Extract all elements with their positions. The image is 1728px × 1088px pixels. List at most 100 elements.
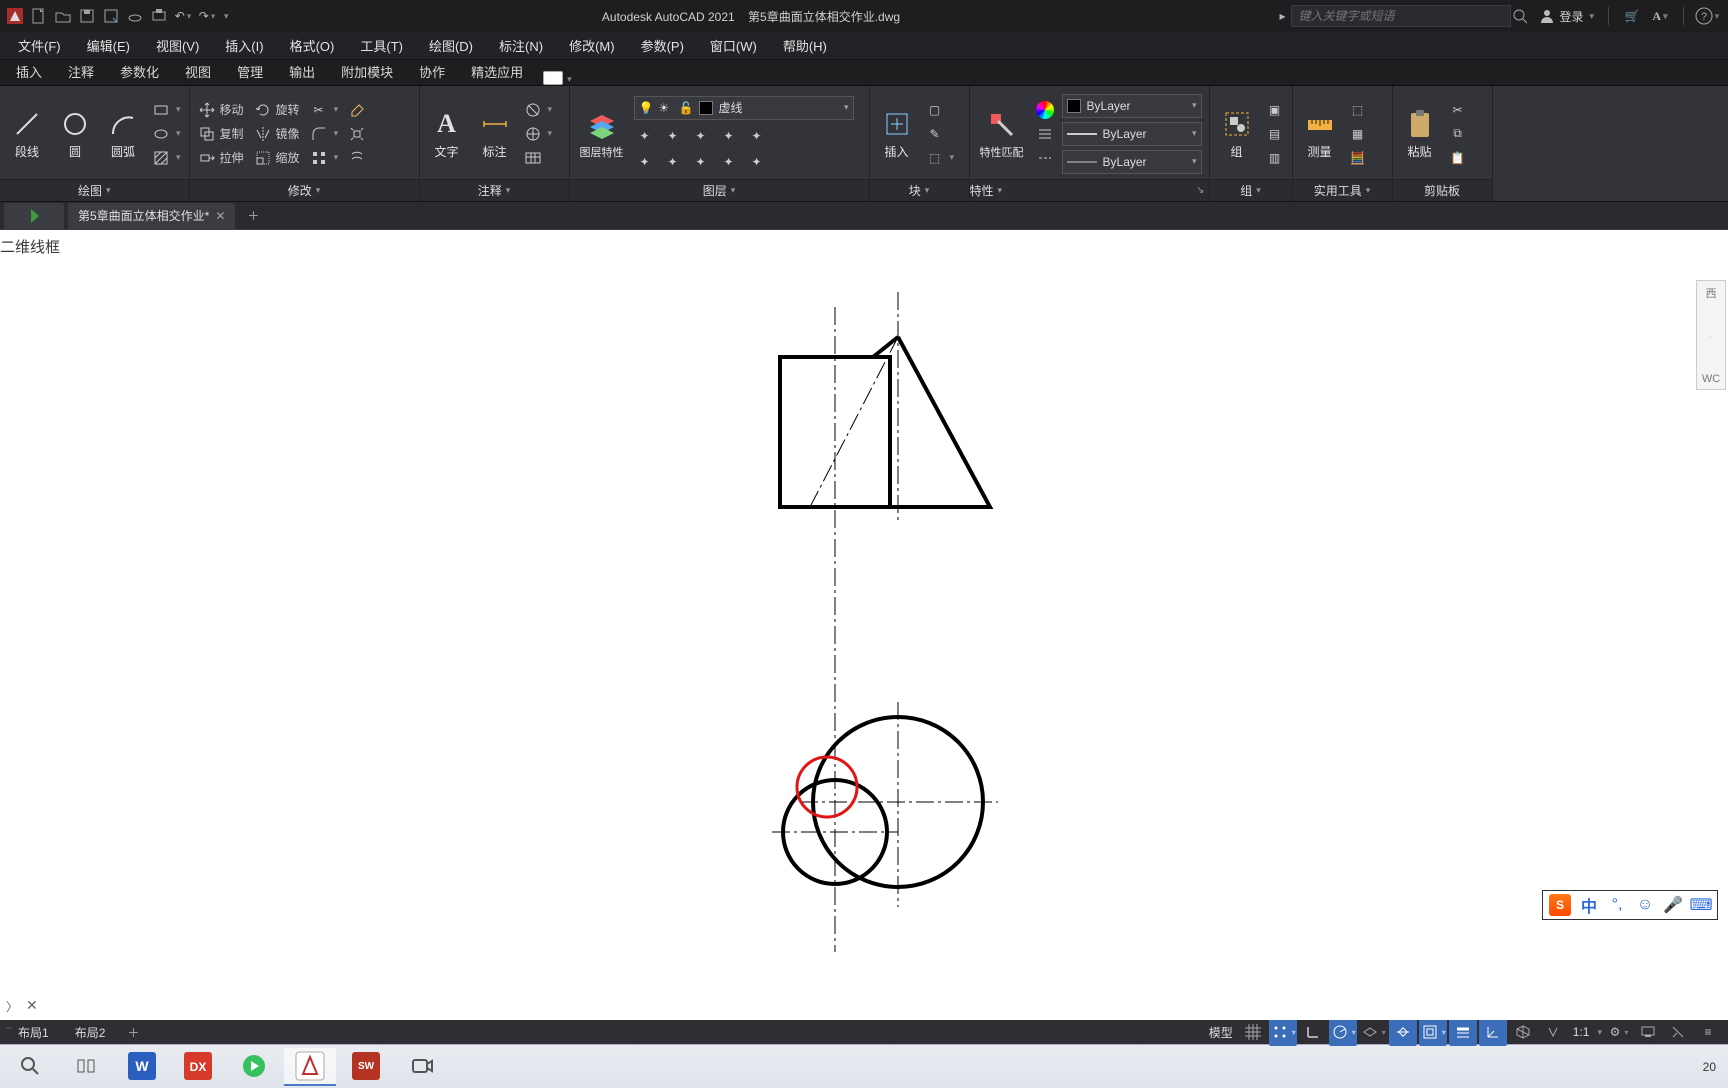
- app-menu-icon[interactable]: [6, 7, 24, 25]
- panel-modify-label[interactable]: 修改▾: [190, 179, 419, 201]
- panel-props-label[interactable]: 特性▾↘: [970, 179, 1209, 201]
- menu-window[interactable]: 窗口(W): [698, 36, 769, 55]
- cart-icon[interactable]: 🛒: [1623, 7, 1641, 25]
- menu-param[interactable]: 参数(P): [629, 36, 696, 55]
- qat-more-icon[interactable]: ▾: [224, 11, 229, 22]
- ime-punct-icon[interactable]: °,: [1607, 895, 1627, 915]
- menu-file[interactable]: 文件(F): [6, 36, 73, 55]
- layer-tool-8[interactable]: ✦: [690, 152, 712, 172]
- layout-tab-1[interactable]: 布局1: [6, 1022, 61, 1043]
- text-button[interactable]: A 文字: [426, 105, 468, 162]
- lwt-toggle[interactable]: [1449, 1018, 1477, 1046]
- help-icon[interactable]: ?▾: [1698, 7, 1716, 25]
- explode-button[interactable]: [346, 124, 368, 144]
- measure-button[interactable]: 测量: [1299, 105, 1341, 162]
- new-tab-button[interactable]: ＋: [241, 204, 265, 228]
- rotate-button[interactable]: 旋转: [252, 100, 302, 120]
- search-icon[interactable]: [1511, 7, 1529, 25]
- menu-edit[interactable]: 编辑(E): [75, 36, 142, 55]
- ime-keyboard-icon[interactable]: ⌨: [1691, 895, 1711, 915]
- panel-draw-label[interactable]: 绘图▾: [0, 179, 189, 201]
- layer-tool-10[interactable]: ✦: [746, 152, 768, 172]
- ribtab-flag-icon[interactable]: [543, 71, 563, 85]
- ribtab-manage[interactable]: 管理: [225, 58, 275, 85]
- layer-tool-1[interactable]: ✦: [634, 126, 656, 146]
- ribtab-insert[interactable]: 插入: [4, 58, 54, 85]
- infocenter-arrow-icon[interactable]: ▸: [1273, 7, 1291, 25]
- color-wheel-button[interactable]: [1034, 100, 1056, 120]
- status-scale[interactable]: 1:1: [1569, 1025, 1594, 1039]
- dynucs-toggle[interactable]: [1479, 1018, 1507, 1046]
- saveas-icon[interactable]: [102, 7, 120, 25]
- linetype-button[interactable]: [1034, 148, 1056, 168]
- menu-dim[interactable]: 标注(N): [487, 36, 555, 55]
- erase-button[interactable]: [346, 100, 368, 120]
- 3dosnap-toggle[interactable]: [1509, 1018, 1537, 1046]
- new-icon[interactable]: [30, 7, 48, 25]
- isodraft-toggle[interactable]: ▾: [1359, 1018, 1387, 1046]
- paste-button[interactable]: 粘贴: [1399, 105, 1441, 162]
- layer-tool-4[interactable]: ✦: [718, 126, 740, 146]
- ime-mic-icon[interactable]: 🎤: [1663, 895, 1683, 915]
- panel-annotate-label[interactable]: 注释▾: [420, 179, 569, 201]
- panel-layers-label[interactable]: 图层▾: [570, 179, 869, 201]
- layer-tool-2[interactable]: ✦: [662, 126, 684, 146]
- ribtab-view[interactable]: 视图: [173, 58, 223, 85]
- group-button[interactable]: 组: [1216, 105, 1258, 162]
- ribtab-collab[interactable]: 协作: [407, 58, 457, 85]
- menu-view[interactable]: 视图(V): [144, 36, 211, 55]
- cut-button[interactable]: ✂: [1447, 100, 1469, 120]
- file-tab-current[interactable]: 第5章曲面立体相交作业* ✕: [68, 203, 235, 229]
- start-tab[interactable]: [4, 203, 64, 229]
- snap-toggle[interactable]: ▾: [1269, 1018, 1297, 1046]
- ime-bar[interactable]: S 中 °, ☺ 🎤 ⌨: [1542, 890, 1718, 920]
- stretch-button[interactable]: 拉伸: [196, 148, 246, 168]
- panel-block-label[interactable]: 块▾: [870, 179, 969, 201]
- menu-format[interactable]: 格式(O): [278, 36, 347, 55]
- linetype-dropdown[interactable]: ByLayer▾: [1062, 150, 1202, 174]
- block-create-button[interactable]: ▢: [924, 100, 957, 120]
- dim-button[interactable]: 标注: [474, 105, 516, 162]
- ribtab-addins[interactable]: 附加模块: [329, 58, 405, 85]
- layout-tab-2[interactable]: 布局2: [63, 1022, 118, 1043]
- customize-toggle[interactable]: ≡: [1694, 1018, 1722, 1046]
- annotation-scale[interactable]: [1664, 1018, 1692, 1046]
- lineweight-dropdown[interactable]: ByLayer▾: [1062, 122, 1202, 146]
- ribtab-featured[interactable]: 精选应用: [459, 58, 535, 85]
- ime-lang[interactable]: 中: [1579, 895, 1599, 915]
- menu-modify[interactable]: 修改(M): [557, 36, 627, 55]
- block-attr-button[interactable]: ⬚▾: [924, 148, 957, 168]
- copy-button[interactable]: 复制: [196, 124, 246, 144]
- gear-toggle[interactable]: ⚙▾: [1604, 1018, 1632, 1046]
- select-button[interactable]: ⬚: [1347, 100, 1369, 120]
- group-sel-button[interactable]: ▥: [1264, 148, 1286, 168]
- nav-palette[interactable]: 西 · WC: [1696, 280, 1726, 390]
- cloud-icon[interactable]: [126, 7, 144, 25]
- leader-button[interactable]: ▾: [522, 100, 555, 120]
- trim-button[interactable]: ✂▾: [308, 100, 341, 120]
- mirror-button[interactable]: 镜像: [252, 124, 302, 144]
- osnap-toggle[interactable]: [1389, 1018, 1417, 1046]
- ribtab-output[interactable]: 输出: [277, 58, 327, 85]
- calc-button[interactable]: 🧮: [1347, 148, 1369, 168]
- command-line-stub[interactable]: 〉_ ✕: [6, 997, 38, 1014]
- annotate-tbl-button[interactable]: [522, 148, 555, 168]
- redo-icon[interactable]: ↷▾: [198, 7, 216, 25]
- color-dropdown[interactable]: ByLayer▾: [1062, 94, 1202, 118]
- undo-icon[interactable]: ↶▾: [174, 7, 192, 25]
- matchprop-button[interactable]: 特性匹配: [976, 106, 1028, 162]
- menu-draw[interactable]: 绘图(D): [417, 36, 485, 55]
- ribtab-annotate[interactable]: 注释: [56, 58, 106, 85]
- layer-tool-5[interactable]: ✦: [746, 126, 768, 146]
- app-manager-icon[interactable]: A▾: [1651, 7, 1669, 25]
- insert-block-button[interactable]: 插入: [876, 105, 918, 162]
- offset-button[interactable]: [346, 148, 368, 168]
- workspace-switch[interactable]: [1634, 1018, 1662, 1046]
- layer-tool-6[interactable]: ✦: [634, 152, 656, 172]
- polar-toggle[interactable]: ▾: [1329, 1018, 1357, 1046]
- circle-button[interactable]: 圆: [54, 105, 96, 162]
- move-button[interactable]: 移动: [196, 100, 246, 120]
- line-button[interactable]: 段线: [6, 105, 48, 162]
- plot-icon[interactable]: [150, 7, 168, 25]
- ribtab-more-icon[interactable]: ▾: [567, 74, 572, 85]
